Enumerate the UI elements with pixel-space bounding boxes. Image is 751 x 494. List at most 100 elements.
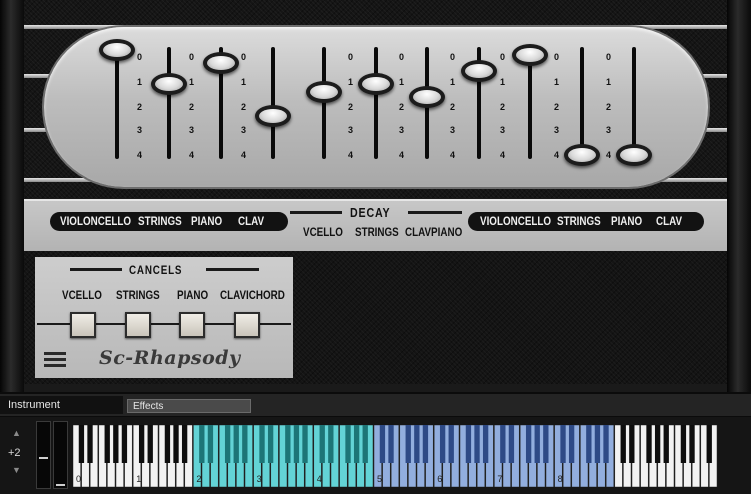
black-key[interactable]	[706, 425, 712, 463]
cancel-clavichord-button[interactable]	[234, 312, 260, 338]
black-key[interactable]	[345, 425, 351, 463]
black-key[interactable]	[534, 425, 540, 463]
black-key[interactable]	[508, 425, 515, 463]
left-drawbar-violoncello[interactable]	[99, 39, 135, 61]
tick-label: 0	[137, 52, 143, 62]
black-key[interactable]	[465, 425, 472, 463]
tick-label: 4	[137, 150, 143, 160]
cancel-vcello-button[interactable]	[70, 312, 96, 338]
right-drawbar-strings[interactable]	[512, 44, 548, 67]
black-key[interactable]	[138, 425, 145, 463]
octave-label: 1	[136, 474, 141, 484]
black-key[interactable]	[620, 425, 626, 463]
black-key[interactable]	[689, 425, 695, 463]
black-key[interactable]	[422, 425, 429, 463]
tick-label: 4	[606, 150, 612, 160]
cancels-rule-left	[70, 268, 122, 271]
black-key[interactable]	[302, 425, 308, 463]
black-key[interactable]	[224, 425, 231, 463]
left-drawbar-clav[interactable]	[255, 104, 291, 127]
black-key[interactable]	[173, 425, 179, 463]
tab-instrument[interactable]: Instrument	[0, 396, 123, 414]
tick-label: 3	[606, 125, 612, 135]
black-key[interactable]	[259, 425, 265, 463]
black-key[interactable]	[629, 425, 635, 463]
label-clav-2: CLAV	[656, 214, 683, 228]
octave-label: 7	[497, 474, 502, 484]
black-key[interactable]	[353, 425, 360, 463]
black-key[interactable]	[199, 425, 205, 463]
black-key[interactable]	[78, 425, 85, 463]
black-key[interactable]	[594, 425, 601, 463]
right-slot-clav	[632, 47, 636, 159]
tick-label: 2	[348, 102, 354, 112]
decay-drawbar-strings[interactable]	[358, 73, 394, 96]
black-key[interactable]	[207, 425, 214, 463]
black-key[interactable]	[543, 425, 549, 463]
black-key[interactable]	[448, 425, 454, 463]
black-key[interactable]	[405, 425, 411, 463]
tick-label: 4	[241, 150, 247, 160]
left-drawbar-piano[interactable]	[203, 52, 239, 75]
decay-drawbar-clav-piano[interactable]	[409, 86, 445, 109]
octave-label: 8	[558, 474, 563, 484]
black-key[interactable]	[500, 425, 506, 463]
label-decay-vcello: VCELLO	[303, 225, 343, 239]
octave-label: 2	[196, 474, 201, 484]
black-key[interactable]	[293, 425, 300, 463]
octave-up-icon[interactable]: ▲	[12, 428, 21, 438]
octave-label: 3	[257, 474, 262, 484]
black-key[interactable]	[482, 425, 489, 463]
right-drawbar-violoncello[interactable]	[461, 60, 497, 82]
black-key[interactable]	[525, 425, 532, 463]
black-key[interactable]	[164, 425, 171, 463]
black-key[interactable]	[113, 425, 119, 463]
mod-wheel[interactable]	[53, 421, 68, 489]
black-key[interactable]	[181, 425, 188, 463]
black-key[interactable]	[474, 425, 480, 463]
tick-label: 0	[348, 52, 354, 62]
black-key[interactable]	[654, 425, 661, 463]
tick-label: 3	[137, 125, 143, 135]
black-key[interactable]	[603, 425, 609, 463]
tick-label: 0	[500, 52, 506, 62]
black-key[interactable]	[646, 425, 652, 463]
black-key[interactable]	[560, 425, 566, 463]
right-drawbar-clav[interactable]	[616, 144, 652, 166]
black-key[interactable]	[147, 425, 153, 463]
black-key[interactable]	[319, 425, 325, 463]
octave-down-icon[interactable]: ▼	[12, 465, 21, 475]
black-key[interactable]	[362, 425, 368, 463]
octave-label: 4	[317, 474, 322, 484]
black-key[interactable]	[414, 425, 420, 463]
brand-logo: Sc-Rhapsody	[99, 347, 241, 369]
black-key[interactable]	[233, 425, 239, 463]
menu-icon[interactable]	[44, 351, 66, 369]
black-key[interactable]	[104, 425, 110, 463]
black-key[interactable]	[285, 425, 291, 463]
black-key[interactable]	[439, 425, 446, 463]
tick-label: 3	[500, 125, 506, 135]
cancel-piano-button[interactable]	[179, 312, 205, 338]
black-key[interactable]	[87, 425, 93, 463]
black-key[interactable]	[680, 425, 687, 463]
tick-label: 1	[450, 77, 456, 87]
tab-effects[interactable]: Effects	[127, 399, 251, 413]
decay-slot-strings	[374, 47, 378, 159]
black-key[interactable]	[663, 425, 669, 463]
decay-drawbar-vcello[interactable]	[306, 81, 342, 103]
black-key[interactable]	[586, 425, 592, 463]
black-key[interactable]	[388, 425, 394, 463]
label-decay-clavpiano: CLAVPIANO	[405, 225, 463, 239]
pitch-wheel[interactable]	[36, 421, 51, 489]
black-key[interactable]	[328, 425, 334, 463]
left-drawbar-strings[interactable]	[151, 73, 187, 96]
black-key[interactable]	[379, 425, 386, 463]
black-key[interactable]	[242, 425, 248, 463]
right-drawbar-piano[interactable]	[564, 144, 600, 166]
black-key[interactable]	[121, 425, 128, 463]
cancel-strings-button[interactable]	[125, 312, 151, 338]
piano-keyboard[interactable]: 0 1 2 3 4 5 6 7 8	[73, 425, 718, 487]
black-key[interactable]	[568, 425, 575, 463]
black-key[interactable]	[267, 425, 274, 463]
